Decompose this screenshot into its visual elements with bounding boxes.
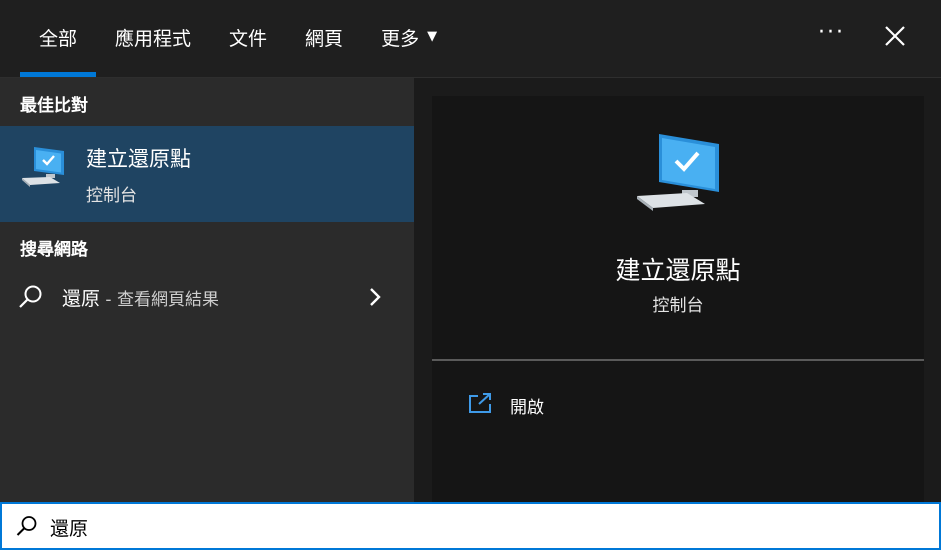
chevron-right-icon[interactable] — [368, 284, 384, 310]
search-input[interactable] — [48, 510, 912, 544]
tab-web[interactable]: 網頁 — [286, 0, 362, 77]
web-search-result[interactable]: 還原 - 查看網頁結果 — [0, 278, 414, 320]
tab-all[interactable]: 全部 — [20, 0, 97, 77]
tab-more[interactable]: 更多 ▼ — [362, 0, 456, 77]
open-label: 開啟 — [510, 398, 544, 418]
search-web-heading: 搜尋網路 — [20, 240, 88, 260]
preview-card: 建立還原點 控制台 開啟 — [432, 96, 924, 502]
pc-icon — [637, 134, 719, 211]
top-bar: 全部 應用程式 文件 網頁 更多 ▼ ··· — [0, 0, 941, 78]
results-list: 最佳比對 建立還原點 控制台 搜尋網路 還原 - 查看網頁結果 — [0, 78, 414, 502]
search-bar — [0, 502, 941, 550]
caret-down-icon: ▼ — [427, 29, 438, 44]
best-match-title: 建立還原點 — [86, 147, 191, 171]
best-match-item[interactable]: 建立還原點 控制台 — [0, 126, 414, 222]
search-icon — [19, 285, 42, 308]
search-icon — [16, 516, 37, 536]
preview-subtitle: 控制台 — [652, 296, 704, 316]
divider — [432, 359, 924, 361]
filter-tabs: 全部 應用程式 文件 網頁 更多 ▼ — [20, 0, 456, 77]
best-match-heading: 最佳比對 — [20, 96, 88, 116]
open-external-icon — [469, 393, 491, 413]
web-query-suffix: - 查看網頁結果 — [100, 290, 219, 310]
preview-title: 建立還原點 — [615, 256, 741, 285]
preview-pane: 建立還原點 控制台 開啟 — [414, 78, 941, 502]
more-options-icon[interactable]: ··· — [818, 20, 845, 45]
pc-icon — [22, 147, 64, 187]
tab-apps[interactable]: 應用程式 — [96, 0, 210, 77]
close-icon[interactable] — [880, 21, 910, 51]
web-query-text: 還原 — [62, 288, 101, 310]
best-match-subtitle: 控制台 — [86, 186, 137, 206]
tab-documents[interactable]: 文件 — [210, 0, 286, 77]
